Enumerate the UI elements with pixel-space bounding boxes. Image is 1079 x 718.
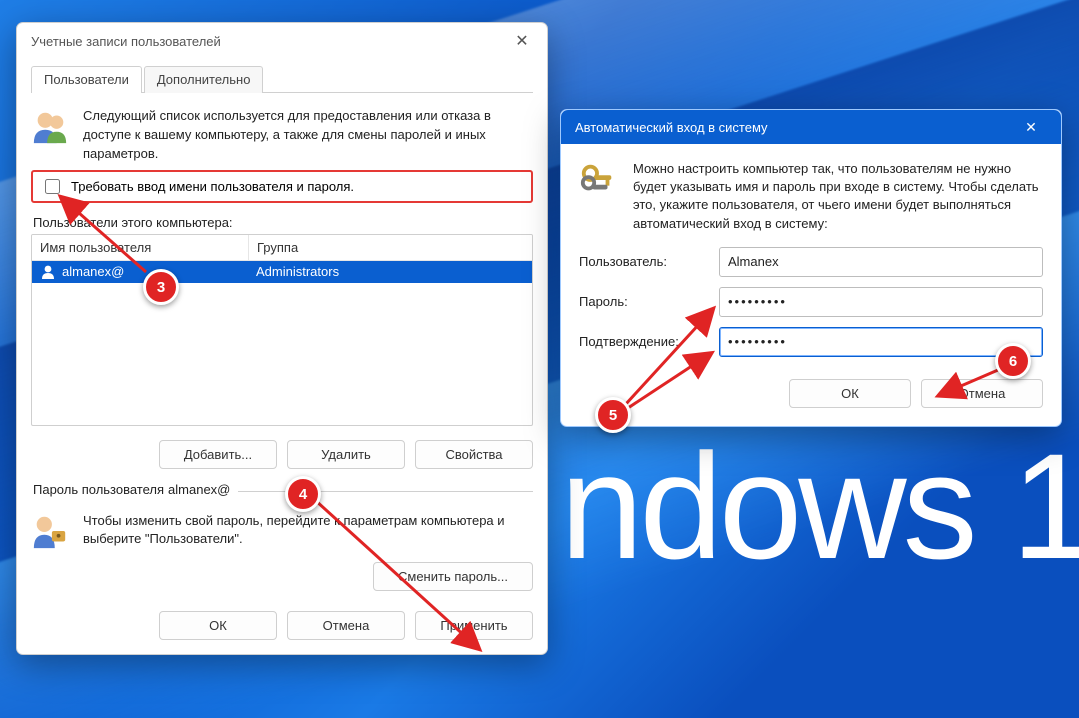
ok-button[interactable]: ОК (159, 611, 277, 640)
password-field[interactable] (719, 287, 1043, 317)
password-label: Пароль: (579, 294, 719, 309)
users-list-label: Пользователи этого компьютера: (33, 215, 533, 230)
close-icon[interactable]: ✕ (1009, 113, 1053, 141)
callout-marker-6: 6 (995, 343, 1031, 379)
tab-advanced[interactable]: Дополнительно (144, 66, 264, 93)
tab-strip: Пользователи Дополнительно (31, 59, 533, 93)
description-text: Можно настроить компьютер так, что польз… (633, 160, 1043, 233)
confirm-label: Подтверждение: (579, 334, 719, 349)
password-icon (31, 512, 69, 550)
confirm-field[interactable] (719, 327, 1043, 357)
password-legend-pre: Пароль пользователя (33, 482, 164, 497)
col-group[interactable]: Группа (249, 235, 532, 260)
user-field[interactable] (719, 247, 1043, 277)
callout-marker-4: 4 (285, 476, 321, 512)
password-section: Пароль пользователя almanex@ Чтобы измен… (31, 491, 533, 591)
background-text: ndows 1 (560, 420, 1079, 593)
password-legend-user: almanex@ (168, 482, 230, 497)
auto-login-dialog: Автоматический вход в систему ✕ Можно на… (560, 109, 1062, 427)
keys-icon (579, 160, 617, 198)
delete-button[interactable]: Удалить (287, 440, 405, 469)
dialog-titlebar[interactable]: Учетные записи пользователей ✕ (17, 23, 547, 59)
user-accounts-dialog: Учетные записи пользователей ✕ Пользоват… (16, 22, 548, 655)
dialog-titlebar[interactable]: Автоматический вход в систему ✕ (561, 110, 1061, 144)
require-credentials-checkbox[interactable] (45, 179, 60, 194)
require-credentials-label: Требовать ввод имени пользователя и паро… (71, 179, 354, 194)
cancel-button[interactable]: Отмена (921, 379, 1043, 408)
callout-marker-5: 5 (595, 397, 631, 433)
password-text: Чтобы изменить свой пароль, перейдите к … (83, 512, 533, 550)
users-table[interactable]: Имя пользователя Группа almanex@ Adminis… (31, 234, 533, 426)
require-credentials-highlight: Требовать ввод имени пользователя и паро… (31, 170, 533, 203)
properties-button[interactable]: Свойства (415, 440, 533, 469)
user-row-icon (40, 264, 56, 280)
tab-users[interactable]: Пользователи (31, 66, 142, 93)
user-row-name: almanex@ (62, 264, 124, 279)
callout-marker-3: 3 (143, 269, 179, 305)
col-username[interactable]: Имя пользователя (32, 235, 249, 260)
dialog-title: Автоматический вход в систему (575, 120, 768, 135)
cancel-button[interactable]: Отмена (287, 611, 405, 640)
users-icon (31, 107, 69, 145)
dialog-title: Учетные записи пользователей (31, 34, 221, 49)
apply-button[interactable]: Применить (415, 611, 533, 640)
description-text: Следующий список используется для предос… (83, 107, 533, 164)
ok-button[interactable]: ОК (789, 379, 911, 408)
change-password-button[interactable]: Сменить пароль... (373, 562, 533, 591)
table-row[interactable]: almanex@ Administrators (32, 261, 532, 283)
user-row-group: Administrators (248, 261, 532, 283)
close-icon[interactable]: ✕ (507, 29, 537, 53)
user-label: Пользователь: (579, 254, 719, 269)
add-button[interactable]: Добавить... (159, 440, 277, 469)
